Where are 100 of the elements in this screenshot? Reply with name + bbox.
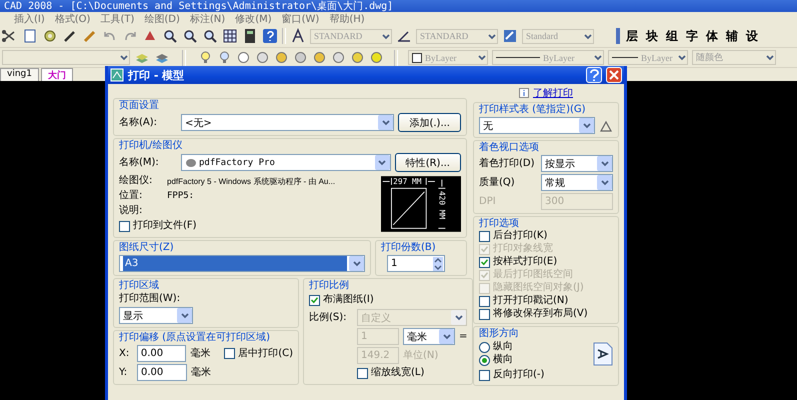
menu-item[interactable]: 绘图(D) (144, 12, 180, 26)
menu-item[interactable]: 窗口(W) (282, 12, 320, 26)
toolbar-button[interactable]: 字 (684, 28, 700, 44)
field-label: 绘图仪: (119, 175, 154, 187)
checkbox-label: 打印到文件(F) (133, 220, 197, 232)
zoom-icon[interactable] (162, 28, 178, 44)
group-title: 打印偏移 (原点设置在可打印区域) (119, 332, 271, 343)
zoom-icon[interactable] (202, 28, 218, 44)
calculator-icon[interactable] (242, 28, 258, 44)
menu-item[interactable]: 工具(T) (100, 12, 134, 26)
menu-item[interactable]: 插入(I) (14, 12, 45, 26)
color-swatch-icon (412, 52, 422, 62)
learn-link[interactable]: 了解打印 (533, 86, 573, 100)
lightbulb-icon[interactable] (217, 50, 232, 65)
group-title: 着色视口选项 (479, 142, 540, 153)
caret-icon (451, 310, 466, 325)
help-icon[interactable] (262, 28, 278, 44)
circle-icon[interactable] (255, 50, 270, 65)
caret-icon (583, 32, 593, 40)
window-title: CAD 2008 - [C:\Documents and Settings\Administrator\桌面\大门.dwg] (4, 0, 394, 13)
field-label: 位置: (119, 190, 144, 202)
table-style-icon[interactable] (502, 28, 518, 44)
circle-icon[interactable] (350, 50, 365, 65)
caret-icon (439, 329, 454, 344)
quality-dropdown[interactable]: 常规 (541, 174, 613, 191)
caret-icon (378, 115, 394, 130)
page-icon[interactable] (22, 28, 38, 44)
plot-range-dropdown[interactable]: 显示 (119, 307, 193, 324)
circle-icon[interactable] (293, 50, 308, 65)
checkbox-label: 隐藏图纸空间对象(J) (493, 282, 584, 294)
field-label: = (459, 330, 468, 342)
checkbox[interactable] (479, 256, 490, 268)
field-label: 着色打印(D) (479, 158, 536, 170)
toolbar-button[interactable]: 层 (624, 28, 640, 44)
checkbox[interactable] (479, 296, 490, 306)
close-button[interactable] (606, 67, 622, 83)
field-label: 横向 (493, 354, 513, 366)
style-table-dropdown[interactable]: 无 (479, 117, 595, 134)
caret-icon (677, 53, 687, 62)
grid-icon[interactable] (222, 28, 238, 44)
checkbox[interactable] (119, 220, 130, 232)
menu-item[interactable]: 修改(M) (235, 12, 272, 26)
circle-icon[interactable] (331, 50, 346, 65)
checkbox[interactable] (224, 348, 236, 359)
caret-icon (374, 155, 390, 170)
help-button[interactable] (586, 67, 602, 83)
radio-button[interactable] (479, 354, 490, 366)
caret-icon (593, 53, 603, 62)
toolbar-button[interactable]: 体 (704, 28, 720, 44)
line-sample-icon (496, 57, 540, 58)
field-label: Y: (119, 366, 128, 378)
toolbar-button[interactable]: 辅 (724, 28, 740, 44)
caret-icon (597, 175, 612, 190)
document-tab[interactable]: 大门 (40, 68, 73, 81)
page-orientation-icon (593, 342, 613, 366)
checkbox[interactable] (479, 308, 490, 320)
copies-spinner[interactable]: 1 (387, 255, 445, 272)
circle-icon[interactable] (274, 50, 289, 65)
text-style-icon[interactable] (290, 28, 306, 44)
page-setup-dropdown[interactable]: <无> (181, 114, 394, 131)
group-title: 打印份数(B) (381, 242, 437, 253)
lightbulb-icon[interactable] (198, 50, 213, 65)
caret-icon (487, 32, 497, 40)
circle-icon[interactable] (312, 50, 327, 65)
toolbar-button[interactable]: 组 (664, 28, 680, 44)
group-title: 打印样式表 (笔指定)(G) (479, 104, 587, 115)
checkbox[interactable] (309, 294, 320, 306)
checkbox-label: 打开打印戳记(N) (493, 295, 568, 307)
properties-button[interactable]: 特性(R)... (394, 153, 461, 172)
field-label: DPI (479, 196, 497, 208)
line-sample-icon (612, 57, 638, 58)
checkbox-label: 打印对象线宽 (493, 243, 553, 255)
x-offset-field[interactable]: 0.00 (136, 345, 186, 362)
paper-size-dropdown[interactable]: A3 (119, 255, 365, 272)
unit-dropdown[interactable]: 毫米 (403, 328, 455, 345)
y-offset-field[interactable]: 0.00 (137, 364, 187, 381)
caret-icon (119, 53, 129, 62)
checkbox[interactable] (479, 230, 490, 242)
checkbox[interactable] (479, 370, 490, 380)
field-label: 毫米 (191, 366, 211, 378)
zoom-icon[interactable] (182, 28, 198, 44)
circle-icon[interactable] (369, 50, 384, 65)
location-value: FPP5: (167, 191, 194, 201)
add-button[interactable]: 添加(.)... (398, 113, 461, 132)
toolbar-button[interactable]: 块 (644, 28, 660, 44)
menu-item[interactable]: 帮助(H) (329, 12, 365, 26)
dimension-label: 297 MM (393, 177, 422, 186)
toolbar-button[interactable]: 设 (744, 28, 760, 44)
radio-button[interactable] (479, 342, 490, 352)
field-label: 纵向 (493, 341, 513, 353)
menu-item[interactable]: 标注(N) (190, 12, 226, 26)
document-tab[interactable]: ving1 (0, 68, 39, 81)
checkbox[interactable] (357, 368, 368, 378)
shade-plot-dropdown[interactable]: 按显示 (541, 155, 613, 172)
menu-item[interactable]: 格式(O) (54, 12, 90, 26)
group-title: 打印比例 (309, 280, 350, 291)
printer-dropdown[interactable]: pdfFactory Pro (181, 154, 391, 171)
circle-icon[interactable] (236, 50, 251, 65)
caret-icon (765, 53, 775, 62)
group-title: 打印选项 (479, 218, 520, 229)
